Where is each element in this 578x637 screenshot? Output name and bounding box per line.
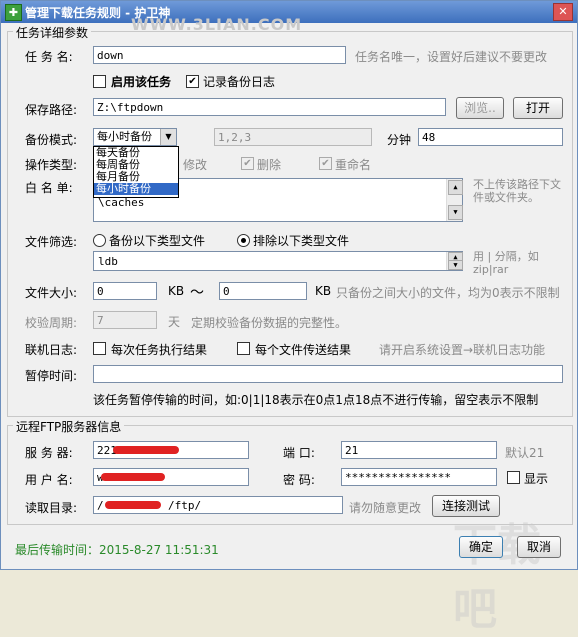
task-name-hint: 任务名唯一，设置好后建议不要更改 [355, 50, 548, 64]
read-dir-value-tail: /ftp/ [168, 499, 202, 512]
backup-mode-dropdown[interactable]: 每天备份 每周备份 每月备份 每小时备份 [93, 146, 179, 198]
backup-mode-select[interactable]: 每小时备份 ▼ [93, 128, 177, 146]
ok-button[interactable]: 确定 [459, 536, 503, 558]
save-path-input[interactable]: Z:\ftpdown [93, 98, 446, 116]
online-log-hint: 请开启系统设置→联机日志功能 [379, 343, 546, 357]
chevron-down-icon[interactable]: ▼ [160, 129, 176, 145]
whitelist-hint: 不上传该路径下文件或文件夹。 [473, 178, 561, 204]
file-filter-hint: 用 | 分隔，如zip|rar [473, 250, 539, 276]
op-rename-checkbox[interactable]: ✔ [319, 157, 332, 170]
whitelist-label: 白 名 单: [25, 181, 73, 195]
scroll-up-icon[interactable]: ▲ [448, 180, 463, 195]
show-password-label: 显示 [524, 472, 549, 486]
backup-mode-label: 备份模式: [25, 133, 78, 147]
op-delete-checkbox[interactable]: ✔ [241, 157, 254, 170]
port-input[interactable]: 21 [341, 441, 497, 459]
verify-unit: 天 [168, 315, 181, 329]
redaction-mark [113, 446, 179, 454]
verify-period-label: 校验周期: [25, 316, 78, 330]
record-log-label: 记录备份日志 [203, 75, 276, 89]
op-rename-label: 重命名 [335, 158, 372, 172]
scroll-down-icon[interactable]: ▼ [448, 205, 463, 220]
log-file-result-label: 每个文件传送结果 [255, 343, 352, 357]
filter-exclude-label: 排除以下类型文件 [253, 234, 350, 248]
port-label: 端 口: [283, 446, 315, 460]
open-button[interactable]: 打开 [513, 97, 563, 119]
pause-time-hint: 该任务暂停传输的时间，如:0|1|18表示在0点1点18点不进行传输，留空表示不… [93, 393, 539, 407]
scroll-down-icon[interactable]: ▼ [448, 260, 463, 270]
read-dir-hint: 请勿随意更改 [349, 501, 422, 515]
file-size-label: 文件大小: [25, 286, 78, 300]
record-log-checkbox[interactable]: ✔ [186, 75, 199, 88]
file-filter-label: 文件筛选: [25, 235, 78, 249]
ftp-server-legend: 远程FTP服务器信息 [13, 418, 125, 435]
filter-exclude-radio[interactable] [237, 234, 250, 247]
cancel-button[interactable]: 取消 [517, 536, 561, 558]
minute-input[interactable]: 48 [418, 128, 563, 146]
read-dir-label: 读取目录: [25, 501, 78, 515]
filter-backup-label: 备份以下类型文件 [109, 234, 206, 248]
task-params-group [7, 31, 573, 417]
redaction-mark [105, 501, 161, 509]
size-range-tilde: ～ [190, 285, 204, 301]
log-task-result-label: 每次任务执行结果 [111, 343, 208, 357]
backup-mode-option-selected[interactable]: 每小时备份 [94, 183, 178, 195]
op-modify-label: 修改 [183, 158, 208, 172]
browse-button[interactable]: 浏览.. [456, 97, 504, 119]
task-name-input[interactable]: down [93, 46, 346, 64]
save-path-label: 保存路径: [25, 103, 78, 117]
dialog-window: ✚ 管理下载任务规则 - 护卫神 ✕ WWW.3LIAN.COM 任务详细参数 … [0, 0, 578, 635]
server-label: 服 务 器: [25, 446, 73, 460]
task-params-legend: 任务详细参数 [13, 24, 92, 41]
op-delete-label: 删除 [257, 158, 282, 172]
pause-time-label: 暂停时间: [25, 369, 78, 383]
app-icon: ✚ [5, 4, 22, 21]
filter-backup-radio[interactable] [93, 234, 106, 247]
show-password-checkbox[interactable] [507, 471, 520, 484]
verify-period-input[interactable]: 7 [93, 311, 157, 329]
size-min-input[interactable]: 0 [93, 282, 157, 300]
filter-scrollbar[interactable]: ▲ ▼ [446, 252, 463, 270]
read-dir-value: / [97, 499, 104, 512]
file-filter-input[interactable]: ldb ▲ ▼ [93, 251, 463, 271]
log-task-result-checkbox[interactable] [93, 342, 106, 355]
op-type-label: 操作类型: [25, 158, 78, 172]
size-max-input[interactable]: 0 [219, 282, 307, 300]
minute-label: 分钟 [387, 133, 412, 147]
enable-task-label: 启用该任务 [111, 75, 172, 89]
password-input[interactable]: **************** [341, 468, 497, 486]
watermark: 下载吧 [453, 520, 541, 635]
port-hint: 默认21 [505, 446, 545, 460]
size-unit-kb: KB [168, 284, 185, 298]
size-unit-kb: KB [315, 284, 332, 298]
file-size-hint: 只备份之间大小的文件，均为0表示不限制 [336, 286, 560, 300]
log-file-result-checkbox[interactable] [237, 342, 250, 355]
redaction-mark [101, 473, 165, 481]
day-input[interactable]: 1,2,3 [214, 128, 372, 146]
close-button[interactable]: ✕ [553, 3, 573, 21]
verify-period-hint: 定期校验备份数据的完整性。 [191, 316, 348, 330]
online-log-label: 联机日志: [25, 343, 78, 357]
file-filter-value: ldb [98, 255, 118, 268]
task-name-label: 任 务 名: [25, 50, 73, 64]
last-transfer-status: 最后传输时间：2015-8-27 11:51:31 [15, 543, 219, 557]
whitelist-scrollbar[interactable]: ▲ ▼ [446, 179, 463, 221]
backup-mode-value: 每小时备份 [97, 130, 152, 143]
password-label: 密 码: [283, 473, 315, 487]
username-label: 用 户 名: [25, 473, 73, 487]
enable-task-checkbox[interactable] [93, 75, 106, 88]
pause-time-input[interactable] [93, 365, 563, 383]
